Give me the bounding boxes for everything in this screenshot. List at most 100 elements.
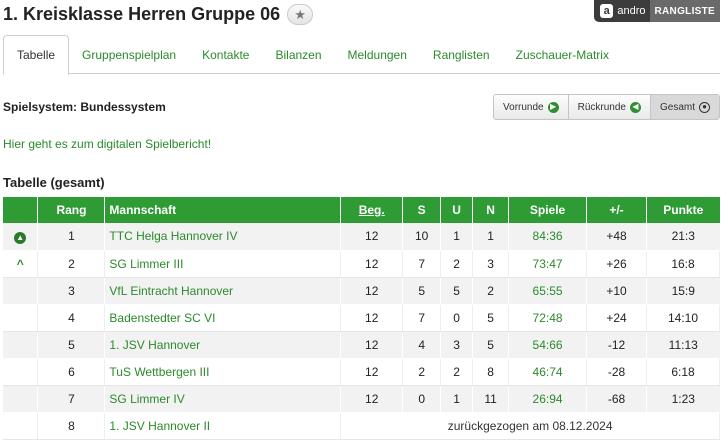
spiele-link[interactable]: 54:66 bbox=[508, 331, 588, 359]
team-link[interactable]: 1. JSV Hannover bbox=[104, 331, 342, 359]
punkte-cell: 6:18 bbox=[646, 358, 721, 386]
punkte-cell: 21:3 bbox=[646, 223, 720, 251]
relegation-up-icon: ^ bbox=[16, 256, 24, 271]
beg-cell: 12 bbox=[340, 331, 404, 359]
u-cell: 2 bbox=[440, 358, 474, 386]
tab-bilanzen[interactable]: Bilanzen bbox=[262, 35, 334, 74]
tab-zuschauer-matrix[interactable]: Zuschauer-Matrix bbox=[503, 35, 622, 74]
punkte-cell: 15:9 bbox=[646, 277, 720, 305]
rang-cell: 1 bbox=[37, 223, 106, 251]
s-cell: 2 bbox=[402, 358, 442, 386]
andro-brand-text: andro bbox=[617, 5, 646, 17]
rang-cell: 5 bbox=[37, 331, 106, 359]
col-beg[interactable]: Beg. bbox=[340, 197, 404, 223]
n-cell: 5 bbox=[472, 304, 510, 332]
u-cell: 1 bbox=[440, 385, 474, 413]
n-cell: 3 bbox=[472, 250, 510, 278]
beg-cell: 12 bbox=[340, 250, 404, 278]
s-cell: 4 bbox=[402, 331, 442, 359]
spiele-link[interactable]: 72:48 bbox=[508, 304, 588, 332]
vorrunde-label: Vorrunde bbox=[503, 101, 544, 113]
spiele-link[interactable]: 46:74 bbox=[508, 358, 588, 386]
rang-cell: 7 bbox=[37, 385, 106, 413]
spiele-link[interactable]: 73:47 bbox=[508, 250, 588, 278]
spiele-link[interactable]: 65:55 bbox=[508, 277, 588, 305]
s-cell: 0 bbox=[402, 385, 442, 413]
team-link[interactable]: SG Limmer IV bbox=[104, 385, 342, 413]
u-cell: 3 bbox=[440, 331, 474, 359]
table-row: ^ 2 SG Limmer III 12 7 2 3 73:47 +26 16:… bbox=[3, 250, 721, 278]
col-beg-label: Beg. bbox=[358, 203, 385, 217]
s-cell: 7 bbox=[402, 250, 442, 278]
u-cell: 1 bbox=[440, 223, 474, 251]
u-cell: 5 bbox=[440, 277, 474, 305]
col-diff: +/- bbox=[586, 197, 647, 223]
team-link[interactable]: SG Limmer III bbox=[104, 250, 342, 278]
tab-kontakte[interactable]: Kontakte bbox=[189, 35, 262, 74]
team-link[interactable]: VfL Eintracht Hannover bbox=[104, 277, 342, 305]
game-system-label: Spielsystem: Bundessystem bbox=[3, 100, 166, 114]
beg-cell: 12 bbox=[340, 385, 404, 413]
gesamt-label: Gesamt bbox=[659, 101, 695, 113]
tab-ranglisten[interactable]: Ranglisten bbox=[420, 35, 503, 74]
status-cell bbox=[3, 331, 39, 359]
rang-cell: 3 bbox=[37, 277, 106, 305]
s-cell: 10 bbox=[402, 223, 442, 251]
status-cell bbox=[3, 304, 39, 332]
col-status bbox=[3, 197, 39, 223]
rang-cell: 2 bbox=[37, 250, 106, 278]
star-icon: ★ bbox=[294, 6, 306, 22]
col-mannschaft[interactable]: Mannschaft bbox=[104, 197, 342, 223]
rang-cell: 6 bbox=[37, 358, 106, 386]
tab-tabelle[interactable]: Tabelle bbox=[3, 35, 70, 75]
u-cell: 2 bbox=[440, 250, 474, 278]
n-cell: 2 bbox=[472, 277, 510, 305]
arrow-right-circle-icon: ▶ bbox=[547, 101, 559, 113]
team-link[interactable]: TuS Wettbergen III bbox=[104, 358, 342, 386]
digital-report-link[interactable]: Hier geht es zum digitalen Spielbericht! bbox=[3, 137, 211, 151]
dot-circle-icon: ● bbox=[699, 101, 710, 113]
col-spiele: Spiele bbox=[508, 197, 588, 223]
rueckrunde-button[interactable]: Rückrunde ◀ bbox=[568, 95, 651, 119]
table-row: ▲ 1 TTC Helga Hannover IV 12 10 1 1 84:3… bbox=[3, 223, 720, 251]
n-cell: 11 bbox=[472, 385, 510, 413]
table-title: Tabelle (gesamt) bbox=[3, 175, 105, 190]
n-cell: 5 bbox=[472, 331, 510, 359]
tab-meldungen[interactable]: Meldungen bbox=[335, 35, 420, 74]
tab-gruppenspielplan[interactable]: Gruppenspielplan bbox=[69, 35, 189, 74]
diff-cell: -12 bbox=[586, 331, 647, 359]
punkte-cell: 16:8 bbox=[646, 250, 721, 278]
diff-cell: +24 bbox=[586, 304, 647, 332]
favorite-star-button[interactable]: ★ bbox=[287, 4, 314, 25]
rangliste-label: RANGLISTE bbox=[649, 0, 720, 22]
standings-table: Rang Mannschaft Beg. S U N Spiele +/- Pu… bbox=[3, 197, 721, 440]
table-row: 6 TuS Wettbergen III 12 2 2 8 46:74 -28 … bbox=[3, 358, 721, 386]
s-cell: 5 bbox=[402, 277, 442, 305]
col-n: N bbox=[472, 197, 510, 223]
beg-cell: 12 bbox=[340, 223, 404, 251]
page-title: 1. Kreisklasse Herren Gruppe 06 bbox=[3, 4, 281, 24]
spiele-link[interactable]: 26:94 bbox=[508, 385, 588, 413]
table-header-row: Rang Mannschaft Beg. S U N Spiele +/- Pu… bbox=[3, 197, 720, 223]
punkte-cell: 14:10 bbox=[646, 304, 721, 332]
round-selector: Vorrunde ▶ Rückrunde ◀ Gesamt ● bbox=[493, 94, 720, 120]
table-row: 3 VfL Eintracht Hannover 12 5 5 2 65:55 … bbox=[3, 277, 720, 305]
n-cell: 1 bbox=[472, 223, 510, 251]
rueckrunde-label: Rückrunde bbox=[577, 101, 626, 113]
punkte-cell: 11:13 bbox=[646, 331, 720, 359]
diff-cell: +48 bbox=[586, 223, 647, 251]
col-punkte: Punkte bbox=[646, 197, 720, 223]
u-cell: 0 bbox=[440, 304, 474, 332]
diff-cell: +26 bbox=[586, 250, 647, 278]
status-cell bbox=[3, 358, 39, 386]
vorrunde-button[interactable]: Vorrunde ▶ bbox=[494, 95, 569, 119]
spiele-link[interactable]: 84:36 bbox=[508, 223, 588, 251]
table-row: 7 SG Limmer IV 12 0 1 11 26:94 -68 1:23 bbox=[3, 385, 720, 413]
beg-cell: 12 bbox=[340, 358, 404, 386]
team-link[interactable]: Badenstedter SC VI bbox=[104, 304, 342, 332]
team-link[interactable]: TTC Helga Hannover IV bbox=[104, 223, 342, 251]
gesamt-button[interactable]: Gesamt ● bbox=[650, 95, 719, 119]
s-cell: 7 bbox=[402, 304, 442, 332]
andro-rangliste-badge[interactable]: a andro RANGLISTE bbox=[594, 0, 720, 22]
status-cell: ^ bbox=[3, 250, 39, 278]
